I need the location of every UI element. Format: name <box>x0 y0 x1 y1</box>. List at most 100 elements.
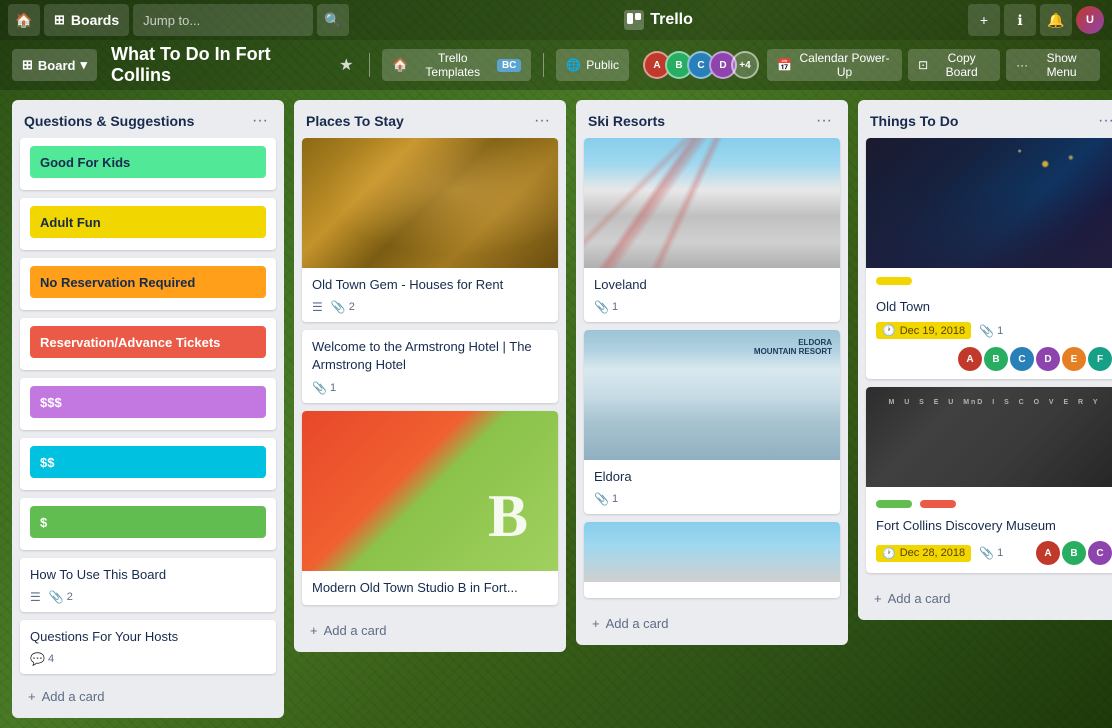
boards-button[interactable]: ⊞ Boards <box>44 4 129 36</box>
card-title-eldora: Eldora <box>594 468 830 486</box>
add-card-button-questions[interactable]: + Add a card <box>20 683 276 710</box>
list-title-places: Places To Stay <box>306 113 530 129</box>
badge-attachment-loveland: 📎 1 <box>594 300 618 314</box>
card-image-old-town-photo <box>866 138 1112 268</box>
list-title-things: Things To Do <box>870 113 1094 129</box>
add-icon: + <box>28 689 36 704</box>
card-ski-3[interactable] <box>584 522 840 598</box>
board-icon: ⊞ <box>22 57 33 73</box>
list-menu-button-ski[interactable]: ··· <box>812 110 836 132</box>
card-member-m3: C <box>1088 541 1112 565</box>
separator-1 <box>369 53 370 77</box>
card-title-old-town: Old Town <box>876 298 1112 316</box>
card-modern-old-town[interactable]: Modern Old Town Studio B in Fort... <box>302 411 558 605</box>
card-title-museum: Fort Collins Discovery Museum <box>876 517 1112 535</box>
card-image-museum <box>866 387 1112 487</box>
board-dropdown-button[interactable]: ⊞ Board ▾ <box>12 49 97 81</box>
label-dollar2: $$ <box>30 446 266 478</box>
notification-button[interactable]: 🔔 <box>1040 4 1072 36</box>
card-image-loveland <box>584 138 840 268</box>
add-card-button-ski[interactable]: + Add a card <box>584 610 840 637</box>
attachment-count-gem: 2 <box>349 301 355 313</box>
star-button[interactable]: ★ <box>335 51 357 79</box>
card-museum[interactable]: Fort Collins Discovery Museum 🕐 Dec 28, … <box>866 387 1112 573</box>
template-badge: BC <box>497 59 521 72</box>
calendar-power-up-button[interactable]: 📅 Calendar Power-Up <box>767 49 902 81</box>
attachment-icon-armstrong: 📎 <box>312 381 327 395</box>
card-old-town-gem[interactable]: Old Town Gem - Houses for Rent ☰ 📎 2 <box>302 138 558 322</box>
visibility-button[interactable]: 🌐 Public <box>556 49 629 81</box>
home-button[interactable]: 🏠 <box>8 4 40 36</box>
label-dollar3: $$$ <box>30 386 266 418</box>
add-icon-ski: + <box>592 616 600 631</box>
badge-attachment-how-to-use: 📎 2 <box>49 590 73 604</box>
card-title-old-town-gem: Old Town Gem - Houses for Rent <box>312 276 548 294</box>
card-eldora[interactable]: Eldora 📎 1 <box>584 330 840 514</box>
attachment-count-loveland: 1 <box>612 301 618 313</box>
card-good-for-kids[interactable]: Good For Kids <box>20 138 276 190</box>
card-dollar1[interactable]: $ <box>20 498 276 550</box>
card-dollar3[interactable]: $$$ <box>20 378 276 430</box>
attachment-icon-eldora: 📎 <box>594 492 609 506</box>
list-menu-button-things[interactable]: ··· <box>1094 110 1112 132</box>
list-ski-resorts: Ski Resorts ··· Loveland 📎 1 <box>576 100 848 645</box>
user-avatar[interactable]: U <box>1076 6 1104 34</box>
card-image-eldora <box>584 330 840 460</box>
comment-count: 4 <box>48 653 54 665</box>
show-menu-button[interactable]: ··· Show Menu <box>1006 49 1100 81</box>
checklist-icon: ☰ <box>30 590 41 604</box>
trello-logo: Trello <box>353 10 964 30</box>
board-header-right: 📅 Calendar Power-Up ⊡ Copy Board ··· Sho… <box>767 49 1100 81</box>
attachment-count-museum: 1 <box>997 547 1003 559</box>
list-footer-places: + Add a card <box>294 613 566 652</box>
card-reservation-tickets[interactable]: Reservation/Advance Tickets <box>20 318 276 370</box>
list-cards-questions: Good For Kids Adult Fun No Reservation R… <box>12 138 284 679</box>
boards-label: Boards <box>71 12 119 28</box>
card-old-town-photo[interactable]: Old Town 🕐 Dec 19, 2018 📎 1 A B <box>866 138 1112 379</box>
list-menu-button-questions[interactable]: ··· <box>248 110 272 132</box>
add-card-button-things[interactable]: + Add a card <box>866 585 1112 612</box>
list-questions-suggestions: Questions & Suggestions ··· Good For Kid… <box>12 100 284 718</box>
add-card-label-places: Add a card <box>324 623 387 638</box>
card-no-reservation[interactable]: No Reservation Required <box>20 258 276 310</box>
member-count[interactable]: +4 <box>731 51 759 79</box>
add-card-label-ski: Add a card <box>606 616 669 631</box>
card-footer-how-to-use: ☰ 📎 2 <box>30 590 266 604</box>
label-adult-fun: Adult Fun <box>30 206 266 238</box>
visibility-label: Public <box>586 58 619 72</box>
search-button[interactable]: 🔍 <box>317 4 349 36</box>
card-adult-fun[interactable]: Adult Fun <box>20 198 276 250</box>
add-icon-places: + <box>310 623 318 638</box>
list-title-ski: Ski Resorts <box>588 113 812 129</box>
card-loveland[interactable]: Loveland 📎 1 <box>584 138 840 322</box>
copy-board-button[interactable]: ⊡ Copy Board <box>908 49 1000 81</box>
card-member-6: F <box>1088 347 1112 371</box>
card-footer-eldora: 📎 1 <box>594 492 830 506</box>
card-questions-hosts[interactable]: Questions For Your Hosts 💬 4 <box>20 620 276 674</box>
badge-attachment-armstrong: 📎 1 <box>312 381 336 395</box>
attachment-count-armstrong: 1 <box>330 382 336 394</box>
card-member-m1: A <box>1036 541 1060 565</box>
info-button[interactable]: ℹ <box>1004 4 1036 36</box>
jump-input[interactable] <box>133 4 313 36</box>
template-button[interactable]: 🏠 Trello Templates BC <box>382 49 531 81</box>
card-how-to-use[interactable]: How To Use This Board ☰ 📎 2 <box>20 558 276 612</box>
trello-logo-icon <box>624 10 644 30</box>
calendar-icon: 📅 <box>777 58 792 72</box>
list-cards-ski: Loveland 📎 1 Eldora 📎 <box>576 138 848 606</box>
add-card-button-places[interactable]: + Add a card <box>302 617 558 644</box>
card-members-old-town: A B C D E F <box>956 347 1112 371</box>
separator-2 <box>543 53 544 77</box>
nav-right: + ℹ 🔔 U <box>968 4 1104 36</box>
list-menu-button-places[interactable]: ··· <box>530 110 554 132</box>
card-dollar2[interactable]: $$ <box>20 438 276 490</box>
card-title-loveland: Loveland <box>594 276 830 294</box>
card-footer-old-town-gem: ☰ 📎 2 <box>312 300 548 314</box>
comment-icon: 💬 <box>30 652 45 666</box>
add-button[interactable]: + <box>968 4 1000 36</box>
attachment-icon-museum: 📎 <box>979 546 994 560</box>
card-image-old-town-gem <box>302 138 558 268</box>
card-member-2: B <box>984 347 1008 371</box>
card-armstrong[interactable]: Welcome to the Armstrong Hotel | The Arm… <box>302 330 558 402</box>
due-date-old-town: 🕐 Dec 19, 2018 <box>876 322 971 339</box>
